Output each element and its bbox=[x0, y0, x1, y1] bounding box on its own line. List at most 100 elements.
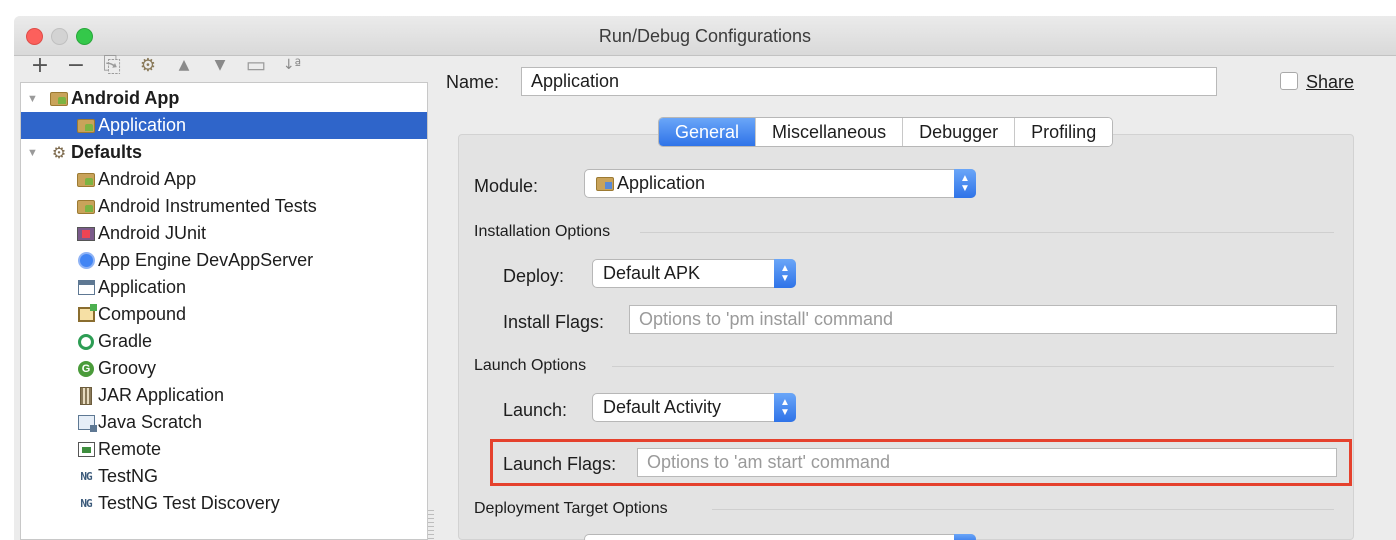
tree-item-application-selected[interactable]: Application bbox=[21, 112, 427, 139]
tree-item-android-junit[interactable]: Android JUnit bbox=[21, 220, 427, 247]
module-select[interactable]: Application ▲ ▼ bbox=[584, 169, 976, 198]
android-app-icon bbox=[76, 117, 96, 135]
tree-item-gradle[interactable]: Gradle bbox=[21, 328, 427, 355]
compound-icon bbox=[76, 304, 97, 324]
wrench-icon: ⚙ bbox=[139, 54, 157, 76]
sort-button[interactable]: ↓ª bbox=[278, 51, 306, 79]
tree-item-label: Android Instrumented Tests bbox=[98, 196, 317, 216]
tree-item-jar-application[interactable]: JAR Application bbox=[21, 382, 427, 409]
tree-item-label: Android JUnit bbox=[98, 223, 207, 243]
testng-icon: NG bbox=[80, 497, 92, 510]
tree-item-groovy[interactable]: G Groovy bbox=[21, 355, 427, 382]
edit-defaults-button[interactable]: ⚙ bbox=[134, 51, 162, 79]
config-toolbar: + − ⎘ ⚙ ▲ ▼ ▭ ↓ª bbox=[26, 50, 314, 80]
chevron-updown-icon bbox=[954, 534, 976, 540]
launch-value: Default Activity bbox=[603, 397, 722, 417]
share-label: Share bbox=[1306, 72, 1355, 92]
tree-node-android-app[interactable]: ▼ Android App bbox=[21, 85, 427, 112]
minus-icon: − bbox=[66, 52, 86, 78]
section-divider bbox=[612, 366, 1334, 367]
tree-item-application[interactable]: Application bbox=[21, 274, 427, 301]
installation-options-header: Installation Options bbox=[474, 223, 611, 240]
tree-item-android-instrumented-tests[interactable]: Android Instrumented Tests bbox=[21, 193, 427, 220]
tree-item-testng[interactable]: NG TestNG bbox=[21, 463, 427, 490]
deploy-label: Deploy: bbox=[503, 266, 565, 286]
gradle-icon bbox=[76, 333, 96, 351]
launch-select[interactable]: Default Activity ▲ ▼ bbox=[592, 393, 796, 422]
tab-general[interactable]: General bbox=[659, 118, 757, 146]
launch-label: Launch: bbox=[503, 400, 568, 420]
groovy-icon: G bbox=[76, 360, 96, 378]
jar-icon bbox=[76, 386, 96, 405]
remove-config-button[interactable]: − bbox=[62, 51, 90, 79]
tree-node-label: Android App bbox=[71, 88, 180, 108]
tree-item-app-engine[interactable]: App Engine DevAppServer bbox=[21, 247, 427, 274]
tree-item-label: Gradle bbox=[98, 331, 153, 351]
folder-icon: ▭ bbox=[245, 52, 267, 78]
deployment-target-select[interactable] bbox=[584, 534, 976, 540]
tree-item-label: Java Scratch bbox=[98, 412, 203, 432]
section-divider bbox=[640, 232, 1334, 233]
application-icon bbox=[76, 279, 96, 297]
copy-config-button[interactable]: ⎘ bbox=[98, 51, 126, 79]
tree-item-label: TestNG bbox=[98, 466, 159, 486]
tree-item-label: Application bbox=[98, 115, 187, 135]
tree-item-testng-discovery[interactable]: NG TestNG Test Discovery bbox=[21, 490, 427, 517]
chevron-updown-icon: ▲ ▼ bbox=[954, 169, 976, 198]
tree-item-compound[interactable]: Compound bbox=[21, 301, 427, 328]
copy-icon: ⎘ bbox=[103, 52, 121, 78]
module-label: Module: bbox=[474, 176, 539, 196]
tab-profiling[interactable]: Profiling bbox=[1015, 118, 1113, 146]
java-scratch-icon bbox=[76, 414, 97, 432]
move-down-button[interactable]: ▼ bbox=[206, 51, 234, 79]
testng-icon: NG bbox=[80, 470, 92, 483]
tab-miscellaneous[interactable]: Miscellaneous bbox=[756, 118, 904, 146]
remote-icon bbox=[76, 441, 96, 459]
move-up-button[interactable]: ▲ bbox=[170, 51, 198, 79]
arrow-up-icon: ▲ bbox=[178, 57, 190, 73]
wrench-icon: ⚙ bbox=[51, 143, 67, 162]
install-flags-label: Install Flags: bbox=[503, 312, 605, 332]
tree-node-defaults[interactable]: ▼ ⚙ Defaults bbox=[21, 139, 427, 166]
chevron-updown-icon: ▲ ▼ bbox=[774, 259, 796, 288]
launch-options-header: Launch Options bbox=[474, 357, 587, 374]
name-input[interactable]: Application bbox=[521, 67, 1217, 96]
folder-button[interactable]: ▭ bbox=[242, 51, 270, 79]
expand-arrow-icon[interactable]: ▼ bbox=[27, 147, 38, 159]
tab-debugger[interactable]: Debugger bbox=[903, 118, 1016, 146]
share-checkbox[interactable] bbox=[1280, 72, 1298, 90]
tree-item-label: App Engine DevAppServer bbox=[98, 250, 314, 270]
expand-arrow-icon[interactable]: ▼ bbox=[27, 93, 38, 105]
module-folder-icon bbox=[595, 175, 615, 193]
junit-icon bbox=[76, 225, 96, 243]
tree-node-label: Defaults bbox=[71, 142, 143, 162]
android-app-icon bbox=[76, 171, 96, 189]
deploy-value: Default APK bbox=[603, 263, 701, 283]
plus-icon: + bbox=[30, 52, 50, 78]
arrow-down-icon: ▼ bbox=[214, 57, 226, 73]
tree-item-remote[interactable]: Remote bbox=[21, 436, 427, 463]
module-value: Application bbox=[617, 173, 706, 193]
settings-tabs: General Miscellaneous Debugger Profiling bbox=[658, 117, 1114, 147]
splitter-handle[interactable] bbox=[428, 510, 434, 540]
tree-item-label: Compound bbox=[98, 304, 187, 324]
section-divider bbox=[712, 509, 1334, 510]
tree-item-label: TestNG Test Discovery bbox=[98, 493, 280, 513]
android-tests-icon bbox=[76, 198, 96, 216]
chevron-updown-icon: ▲ ▼ bbox=[774, 393, 796, 422]
add-config-button[interactable]: + bbox=[26, 51, 54, 79]
name-label: Name: bbox=[446, 72, 500, 92]
tree-item-label: Groovy bbox=[98, 358, 157, 378]
annotation-highlight-box bbox=[490, 439, 1352, 486]
config-tree[interactable]: ▼ Android App Application ▼ ⚙ Defaults A… bbox=[20, 82, 428, 540]
app-engine-icon bbox=[76, 252, 96, 270]
tree-item-label: Android App bbox=[98, 169, 197, 189]
tree-item-java-scratch[interactable]: Java Scratch bbox=[21, 409, 427, 436]
deploy-select[interactable]: Default APK ▲ ▼ bbox=[592, 259, 796, 288]
tree-item-android-app[interactable]: Android App bbox=[21, 166, 427, 193]
deployment-target-header: Deployment Target Options bbox=[474, 500, 668, 517]
tree-item-label: JAR Application bbox=[98, 385, 225, 405]
tree-item-label: Remote bbox=[98, 439, 162, 459]
sort-alpha-icon: ↓ª bbox=[282, 57, 302, 73]
install-flags-input[interactable]: Options to 'pm install' command bbox=[629, 305, 1337, 334]
